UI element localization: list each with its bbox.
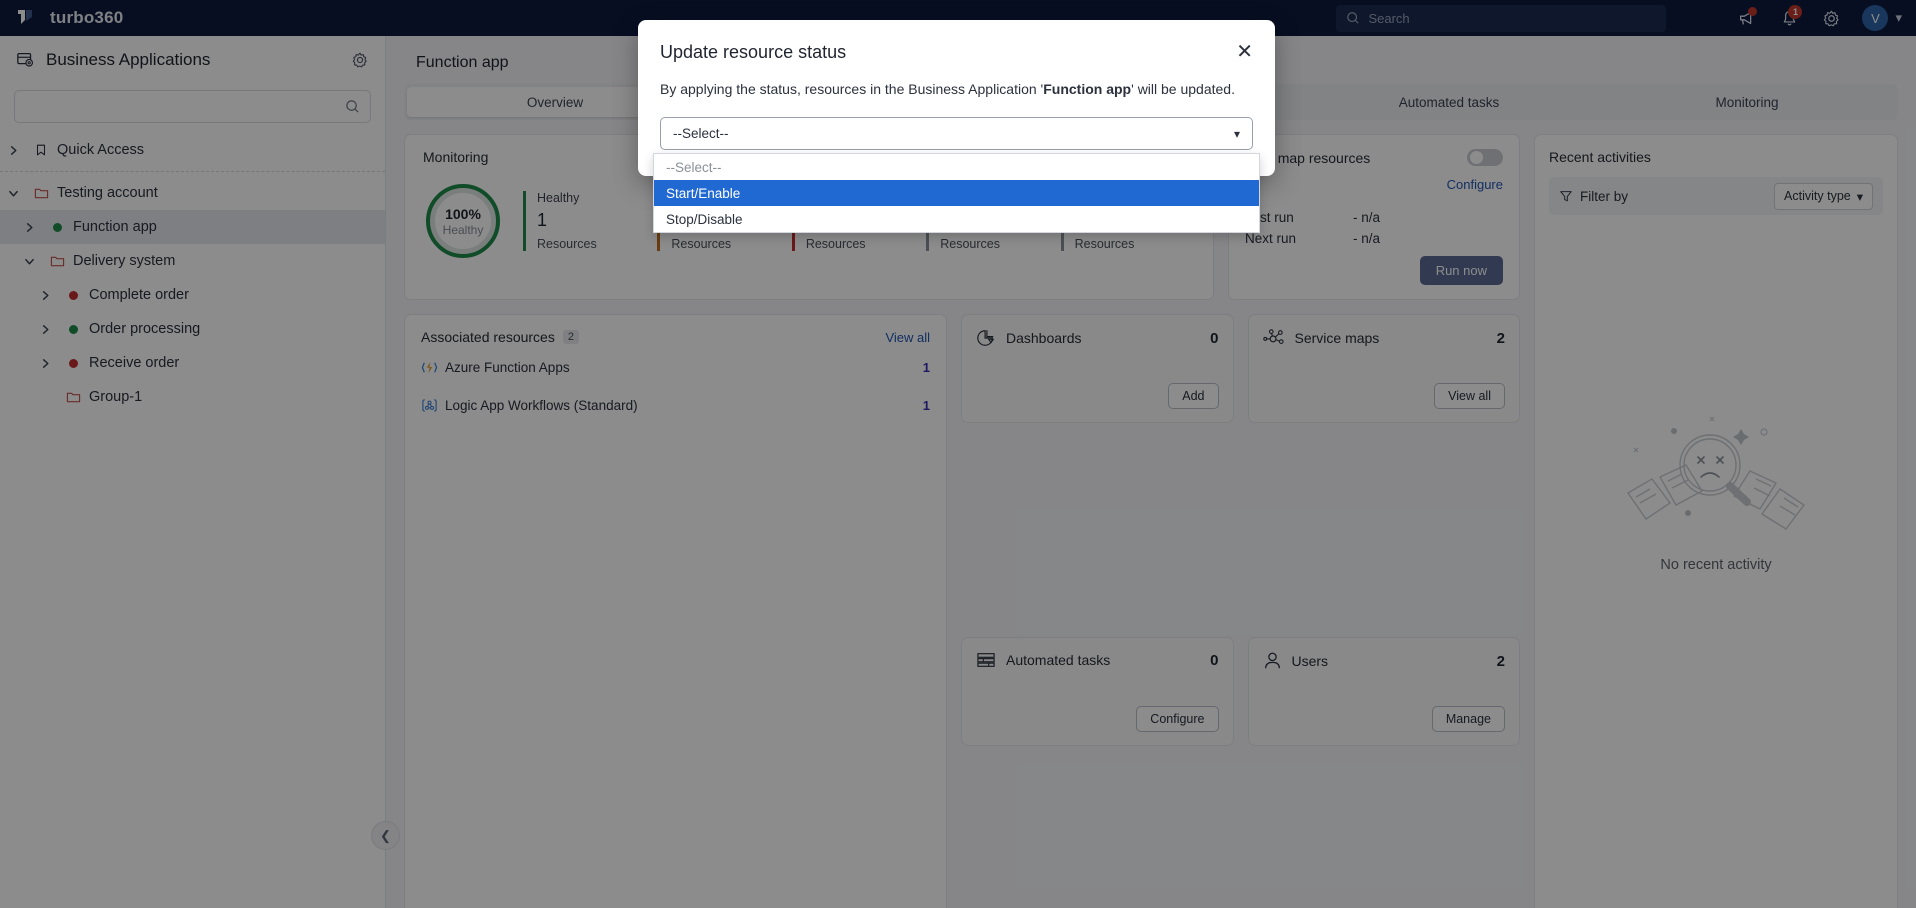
dialog-title: Update resource status — [660, 42, 847, 62]
dialog-description-app-name: Function app — [1043, 81, 1132, 97]
status-select-options-list: --Select-- Start/Enable Stop/Disable — [653, 153, 1260, 233]
option-start-enable[interactable]: Start/Enable — [654, 180, 1259, 206]
status-select-value: --Select-- — [673, 126, 729, 141]
option--select-[interactable]: --Select-- — [654, 154, 1259, 180]
dialog-description-prefix: By applying the status, resources in the… — [660, 81, 1044, 97]
status-select[interactable]: --Select-- ▾ — [660, 117, 1253, 150]
chevron-down-icon: ▾ — [1233, 126, 1240, 141]
close-icon[interactable]: ✕ — [1236, 42, 1253, 62]
dialog-description-suffix: ' will be updated. — [1131, 81, 1235, 97]
option-stop-disable[interactable]: Stop/Disable — [654, 206, 1259, 232]
app-root: turbo360 Search 1 V ▾ Business Applicati… — [0, 0, 1916, 908]
dialog-description: By applying the status, resources in the… — [660, 81, 1253, 97]
dialog-header: Update resource status ✕ — [660, 42, 1253, 63]
